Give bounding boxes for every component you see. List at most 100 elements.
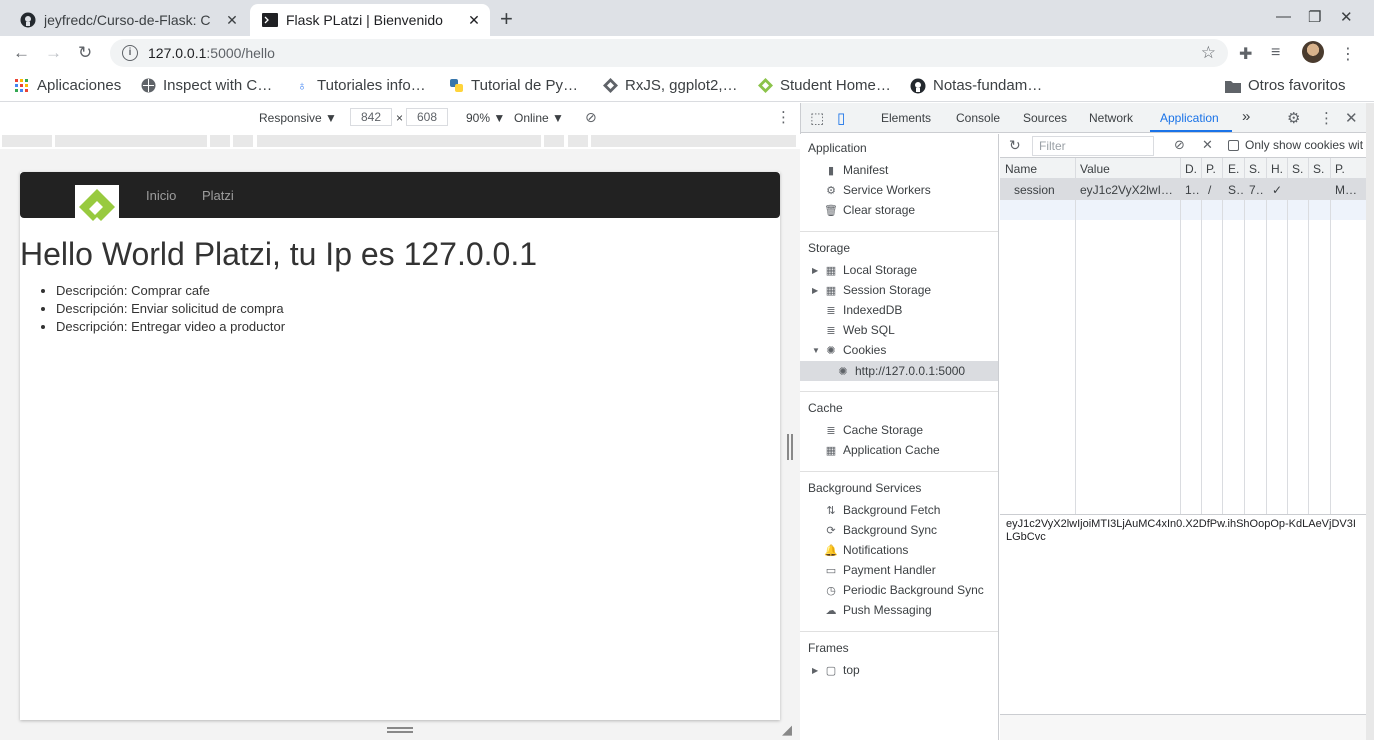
bulb-icon: ♁	[297, 78, 307, 93]
sidebar-item-frame-top[interactable]: ▶ ▢ top	[812, 660, 860, 680]
viewport-corner-resize-handle[interactable]: ◢	[782, 722, 792, 738]
delete-selected-icon[interactable]: ✕	[1202, 137, 1213, 153]
column-header-domain[interactable]: D.	[1185, 162, 1200, 176]
media-queue-icon[interactable]: ≡	[1271, 44, 1280, 62]
checkbox[interactable]	[1228, 139, 1239, 151]
tab-github[interactable]: jeyfredc/Curso-de-Flask: C ✕	[8, 4, 248, 36]
device-toggle-icon[interactable]: ▯	[837, 109, 845, 127]
sidebar-item-web-sql[interactable]: ≣ Web SQL	[824, 320, 894, 340]
viewport-bottom-resize-handle[interactable]	[387, 727, 413, 733]
sidebar-item-label: Payment Handler	[843, 563, 936, 577]
sidebar-item-application-cache[interactable]: ▦ Application Cache	[824, 440, 940, 460]
tab-sources[interactable]: Sources	[1023, 111, 1067, 125]
sidebar-item-periodic-background-sync[interactable]: ◷ Periodic Background Sync	[824, 580, 984, 600]
tab-application[interactable]: Application	[1160, 111, 1219, 125]
settings-gear-icon[interactable]: ⚙	[1287, 109, 1300, 127]
tab-console[interactable]: Console	[956, 111, 1000, 125]
refresh-icon[interactable]: ↻	[1009, 137, 1021, 154]
sidebar-item-local-storage[interactable]: ▶ ▦ Local Storage	[812, 260, 917, 280]
bookmark-python[interactable]: Tutorial de Py…	[448, 77, 578, 94]
grid-icon: ▦	[825, 264, 837, 277]
bookmark-rxjs[interactable]: RxJS, ggplot2,…	[602, 77, 738, 94]
sidebar-item-session-storage[interactable]: ▶ ▦ Session Storage	[812, 280, 931, 300]
rotate-icon[interactable]: ⊘	[585, 109, 597, 126]
more-tabs-icon[interactable]: »	[1242, 108, 1250, 125]
new-tab-button[interactable]: +	[500, 6, 513, 32]
divider	[800, 631, 998, 632]
nav-link-platzi[interactable]: Platzi	[202, 188, 234, 203]
sidebar-item-service-workers[interactable]: ⚙ Service Workers	[824, 180, 931, 200]
extensions-puzzle-icon[interactable]: ✚	[1239, 44, 1252, 64]
expand-arrow-icon[interactable]: ▶	[812, 286, 818, 295]
column-header-secure[interactable]: S.	[1292, 162, 1307, 176]
viewport-height-input[interactable]: 608	[406, 108, 448, 126]
device-mode-select[interactable]: Responsive ▼	[259, 111, 337, 125]
bookmark-inspect[interactable]: Inspect with C…	[140, 77, 272, 94]
bookmark-label: RxJS, ggplot2,…	[625, 77, 738, 94]
clear-all-icon[interactable]: ⊘	[1174, 137, 1185, 153]
expand-arrow-icon[interactable]: ▶	[812, 666, 818, 675]
sidebar-item-cookies[interactable]: ▼ ✺ Cookies	[812, 340, 886, 360]
reload-icon[interactable]: ↻	[78, 43, 92, 63]
devtools-menu-icon[interactable]: ⋮	[1319, 109, 1334, 127]
tab-flask[interactable]: Flask PLatzi | Bienvenido ✕	[250, 4, 490, 36]
collapse-arrow-icon[interactable]: ▼	[812, 346, 820, 355]
bookmark-tutoriales[interactable]: ♁ Tutoriales info…	[294, 77, 426, 94]
tab-elements[interactable]: Elements	[881, 111, 931, 125]
forward-icon[interactable]: →	[45, 43, 62, 63]
column-header-expires[interactable]: E.	[1228, 162, 1243, 176]
viewport-side-resize-handle[interactable]	[787, 434, 793, 460]
close-devtools-icon[interactable]: ✕	[1345, 109, 1358, 127]
column-header-httponly[interactable]: H.	[1271, 162, 1286, 176]
window-scrollbar[interactable]	[1366, 103, 1374, 740]
column-header-priority[interactable]: P.	[1335, 162, 1365, 176]
column-header-value[interactable]: Value	[1080, 162, 1176, 176]
sidebar-item-manifest[interactable]: ▮ Manifest	[824, 160, 888, 180]
bookmark-apps[interactable]: Aplicaciones	[14, 77, 121, 94]
menu-kebab-icon[interactable]: ⋮	[1340, 44, 1356, 64]
minimize-icon[interactable]: —	[1276, 8, 1291, 25]
cookie-filter-input[interactable]: Filter	[1032, 136, 1154, 156]
platzi-logo[interactable]	[75, 185, 119, 229]
back-icon[interactable]: ←	[13, 43, 30, 63]
bookmark-otros[interactable]: Otros favoritos	[1225, 77, 1346, 94]
zoom-select[interactable]: 90% ▼	[466, 111, 505, 125]
sidebar-item-background-fetch[interactable]: ⇅ Background Fetch	[824, 500, 940, 520]
sidebar-item-cookie-origin[interactable]: ✺ http://127.0.0.1:5000	[836, 361, 965, 381]
address-bar[interactable]: i 127.0.0.1 :5000/hello ☆	[110, 39, 1228, 67]
divider	[800, 231, 998, 232]
bookmark-notas[interactable]: Notas-fundam…	[910, 77, 1042, 94]
cookie-panel-footer	[1000, 714, 1366, 740]
bookmark-star-icon[interactable]: ☆	[1201, 43, 1216, 63]
sidebar-item-notifications[interactable]: 🔔 Notifications	[824, 540, 908, 560]
close-tab-icon[interactable]: ✕	[222, 12, 242, 29]
sidebar-item-payment-handler[interactable]: ▭ Payment Handler	[824, 560, 936, 580]
bookmark-student[interactable]: Student Home…	[757, 77, 891, 94]
tab-title: jeyfredc/Curso-de-Flask: C	[44, 12, 211, 28]
column-header-path[interactable]: P.	[1206, 162, 1221, 176]
column-header-size[interactable]: S.	[1249, 162, 1264, 176]
url-path: :5000/hello	[206, 45, 275, 61]
tab-network[interactable]: Network	[1089, 111, 1133, 125]
viewport-width-input[interactable]: 842	[350, 108, 392, 126]
restore-icon[interactable]: ❐	[1308, 8, 1321, 26]
info-icon[interactable]: i	[122, 45, 138, 61]
sidebar-item-push-messaging[interactable]: ☁ Push Messaging	[824, 600, 932, 620]
sidebar-item-cache-storage[interactable]: ≣ Cache Storage	[824, 420, 923, 440]
column-header-samesite[interactable]: S.	[1313, 162, 1328, 176]
nav-link-inicio[interactable]: Inicio	[146, 188, 176, 203]
close-tab-icon[interactable]: ✕	[464, 12, 484, 29]
sidebar-item-clear-storage[interactable]: 🗑 Clear storage	[824, 200, 915, 220]
cookie-domain-cell: 1…	[1185, 183, 1200, 197]
device-more-icon[interactable]: ⋮	[776, 108, 791, 126]
inspect-element-icon[interactable]: ⬚	[810, 109, 824, 127]
network-throttle-select[interactable]: Online ▼	[514, 111, 564, 125]
expand-arrow-icon[interactable]: ▶	[812, 266, 818, 275]
profile-avatar[interactable]	[1302, 41, 1324, 63]
cookie-table: Name Value D. P. E. S. H. S. S. P. sessi…	[1000, 158, 1366, 514]
column-header-name[interactable]: Name	[1005, 162, 1073, 176]
close-window-icon[interactable]: ✕	[1340, 8, 1353, 26]
sidebar-item-indexeddb[interactable]: ≣ IndexedDB	[824, 300, 902, 320]
only-show-issues-checkbox[interactable]: Only show cookies wit	[1228, 138, 1363, 152]
sidebar-item-background-sync[interactable]: ⟳ Background Sync	[824, 520, 937, 540]
